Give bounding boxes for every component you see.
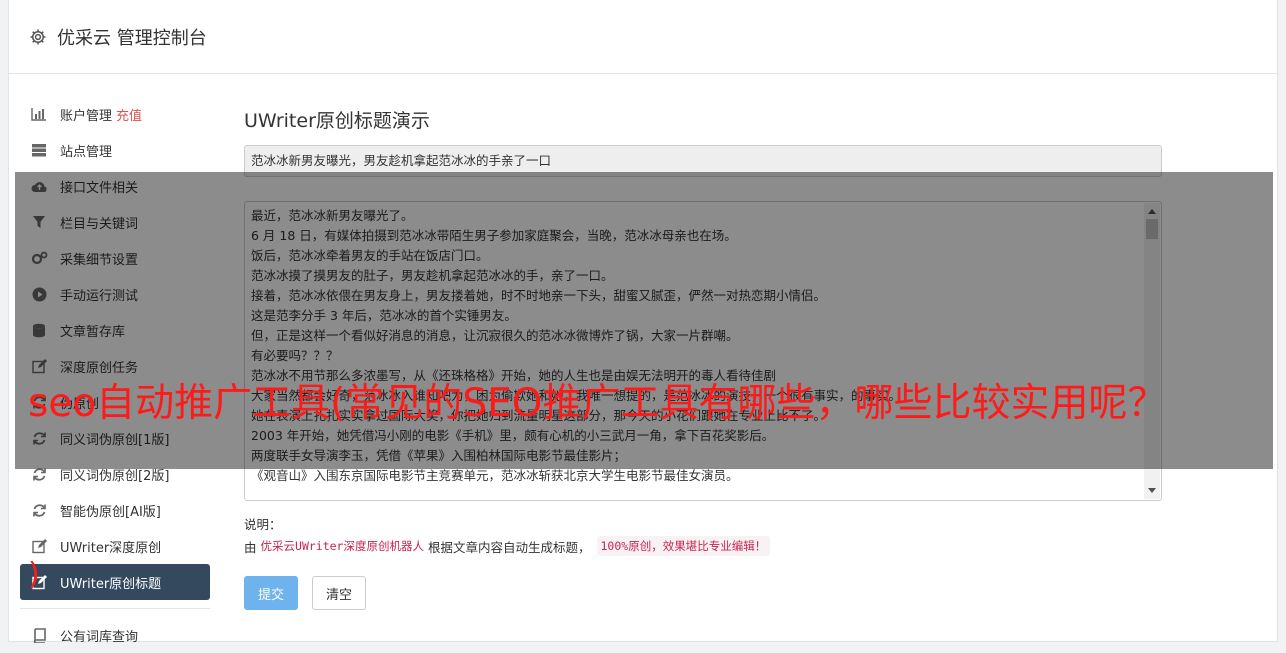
note-middle: 根据文章内容自动生成标题， bbox=[427, 539, 591, 555]
sidebar-item-label: 伪原创 bbox=[60, 396, 100, 412]
sidebar-item-uwriter-deep[interactable]: UWriter深度原创 bbox=[20, 528, 210, 564]
sidebar-item-api-files[interactable]: 接口文件相关 bbox=[20, 168, 210, 204]
sidebar-item-synonym-v1[interactable]: 同义词伪原创[1版] bbox=[20, 420, 210, 456]
refresh-icon bbox=[30, 501, 48, 519]
sidebar-item-columns-keywords[interactable]: 栏目与关键词 bbox=[20, 204, 210, 240]
sidebar-item-label: 同义词伪原创[2版] bbox=[60, 468, 170, 484]
sidebar-item-ai-pseudo[interactable]: 智能伪原创[AI版] bbox=[20, 492, 210, 528]
page-title: UWriter原创标题演示 bbox=[244, 110, 430, 132]
sidebar-item-label: UWriter原创标题 bbox=[60, 576, 162, 592]
sidebar-item-label: 站点管理 bbox=[60, 144, 113, 160]
sidebar-item-label: 手动运行测试 bbox=[60, 288, 139, 304]
sidebar-item-label: 采集细节设置 bbox=[60, 252, 139, 268]
sidebar-item-manual-run[interactable]: 手动运行测试 bbox=[20, 276, 210, 312]
article-line: 6 月 18 日，有媒体拍摄到范冰冰带陌生男子参加家庭聚会，当晚，范冰冰母亲也在… bbox=[251, 228, 737, 243]
filter-icon bbox=[30, 213, 48, 231]
scrollbar-thumb[interactable] bbox=[1146, 219, 1158, 239]
article-line: 大家当然都会好奇，范冰冰入谁知吧为，困为偷欺她和她，我唯一想提的，是范冰冰的演技… bbox=[251, 388, 902, 403]
article-line: 《观音山》入围东京国际电影节主竞赛单元，范冰冰斩获北京大学生电影节最佳女演员。 bbox=[251, 468, 739, 483]
sidebar-item-label: 接口文件相关 bbox=[60, 180, 139, 196]
refresh-icon bbox=[30, 429, 48, 447]
note-prefix: 由 bbox=[244, 539, 257, 555]
sidebar: 账户管理 充值 站点管理 接口文件相关 栏目与关键词 采集细节设置 手动运行测试 bbox=[20, 96, 210, 653]
database-icon bbox=[30, 321, 48, 339]
note-label: 说明： bbox=[244, 517, 282, 532]
sidebar-item-uwriter-title[interactable]: UWriter原创标题 bbox=[20, 564, 210, 600]
sidebar-item-collect-settings[interactable]: 采集细节设置 bbox=[20, 240, 210, 276]
note-description: 由 优采云UWriter深度原创机器人 根据文章内容自动生成标题， 100%原创… bbox=[244, 536, 771, 556]
gears-icon bbox=[30, 249, 48, 267]
cloud-upload-icon bbox=[30, 177, 48, 195]
sidebar-item-account[interactable]: 账户管理 充值 bbox=[20, 96, 210, 132]
main-content: UWriter原创标题演示 范冰冰新男友曝光，男友趁机拿起范冰冰的手亲了一口 最… bbox=[244, 106, 1164, 610]
sidebar-item-label: 深度原创任务 bbox=[60, 360, 139, 376]
sidebar-item-synonym-v2[interactable]: 同义词伪原创[2版] bbox=[20, 456, 210, 492]
sidebar-item-pseudo-original[interactable]: 伪原创 bbox=[20, 384, 210, 420]
edit-icon bbox=[30, 537, 48, 555]
edit-icon bbox=[30, 573, 48, 591]
article-line: 但，正是这样一个看似好消息的消息，让沉寂很久的范冰冰微博炸了锅，大家一片群嘲。 bbox=[251, 328, 739, 343]
edit-icon bbox=[30, 357, 48, 375]
bar-chart-icon bbox=[30, 105, 48, 123]
sidebar-item-deep-original[interactable]: 深度原创任务 bbox=[20, 348, 210, 384]
article-textarea[interactable]: 最近，范冰冰新男友曝光了。 6 月 18 日，有媒体拍摄到范冰冰带陌生男子参加家… bbox=[244, 201, 1162, 501]
sidebar-item-label: 同义词伪原创[1版] bbox=[60, 432, 170, 448]
sidebar-item-label: 账户管理 bbox=[60, 108, 113, 124]
sidebar-item-article-store[interactable]: 文章暂存库 bbox=[20, 312, 210, 348]
sidebar-item-sites[interactable]: 站点管理 bbox=[20, 132, 210, 168]
article-line: 饭后，范冰冰牵着男友的手站在饭店门口。 bbox=[251, 248, 489, 263]
article-line: 这是范李分手 3 年后，范冰冰的首个实锤男友。 bbox=[251, 308, 517, 323]
article-line: 2003 年开始，她凭借冯小刚的电影《手机》里，颇有心机的小三武月一角，拿下百花… bbox=[251, 428, 775, 443]
scroll-down-icon[interactable] bbox=[1148, 488, 1156, 493]
sidebar-item-public-lexicon[interactable]: 公有词库查询 bbox=[20, 617, 210, 653]
generated-title-field[interactable]: 范冰冰新男友曝光，男友趁机拿起范冰冰的手亲了一口 bbox=[244, 145, 1162, 177]
brand: 优采云 管理控制台 bbox=[29, 24, 207, 50]
article-line: 有必要吗？？？ bbox=[251, 348, 339, 363]
refresh-icon bbox=[30, 393, 48, 411]
clear-button[interactable]: 清空 bbox=[312, 576, 366, 610]
article-line: 两度联手女导演李玉，凭借《苹果》入围柏林国际电影节最佳影片； bbox=[251, 448, 627, 463]
article-line: 最近，范冰冰新男友曝光了。 bbox=[251, 208, 414, 223]
server-icon bbox=[30, 141, 48, 159]
article-line: 接着，范冰冰依偎在男友身上，男友搂着她，时不时地亲一下头，甜蜜又腻歪，俨然一对热… bbox=[251, 288, 827, 303]
sidebar-item-label: 智能伪原创[AI版] bbox=[60, 504, 161, 520]
sidebar-item-label: UWriter深度原创 bbox=[60, 540, 162, 556]
sidebar-divider bbox=[20, 608, 210, 609]
gear-icon bbox=[29, 28, 47, 46]
article-line: 范冰冰不用节那么多浓墨写，从《还珠格格》开始，她的人生也是由娱无法明开的毒人看待… bbox=[251, 368, 777, 383]
article-line: 她在表演上扎扎实实拿过国际大奖，你把她归到流量明星这部分，那今天的小花们跟她在专… bbox=[251, 408, 827, 423]
submit-button[interactable]: 提交 bbox=[244, 576, 298, 610]
textarea-scrollbar[interactable] bbox=[1144, 203, 1160, 499]
play-circle-icon bbox=[30, 285, 48, 303]
article-line: 范冰冰摸了摸男友的肚子，男友趁机拿起范冰冰的手，亲了一口。 bbox=[251, 268, 614, 283]
robot-name: 优采云UWriter深度原创机器人 bbox=[260, 539, 424, 553]
top-bar: 优采云 管理控制台 bbox=[9, 0, 1277, 74]
sidebar-item-label: 文章暂存库 bbox=[60, 324, 126, 340]
console-title: 优采云 管理控制台 bbox=[57, 28, 207, 49]
refresh-icon bbox=[30, 465, 48, 483]
sidebar-item-label: 栏目与关键词 bbox=[60, 216, 139, 232]
scroll-up-icon[interactable] bbox=[1148, 209, 1156, 214]
book-icon bbox=[30, 626, 48, 644]
recharge-link[interactable]: 充值 bbox=[116, 105, 142, 124]
quality-badge: 100%原创，效果堪比专业编辑！ bbox=[596, 536, 771, 556]
